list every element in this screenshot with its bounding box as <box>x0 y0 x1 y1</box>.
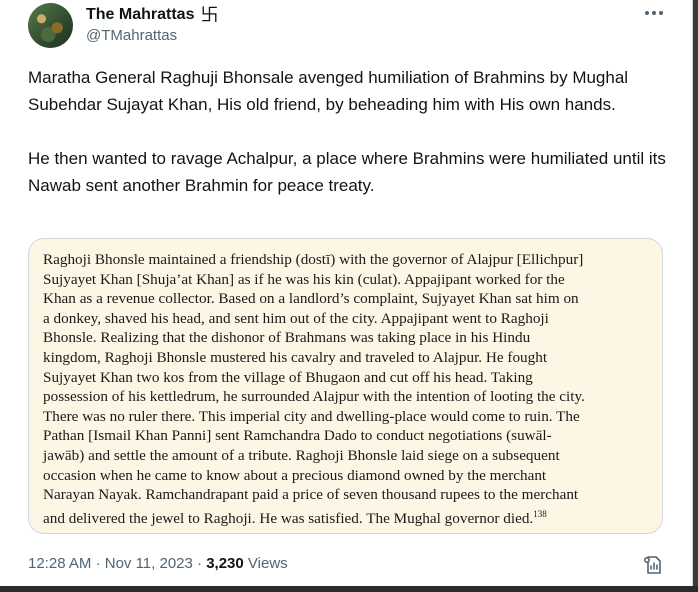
excerpt-line: jawāb) and settle the amount of a tribut… <box>43 446 560 464</box>
window-edge-bottom <box>0 586 698 592</box>
excerpt-line-text: and delivered the jewel to Raghoji. He w… <box>43 509 534 527</box>
meta-separator: · <box>197 555 203 572</box>
window-edge <box>693 0 698 592</box>
excerpt-line: Khan as a revenue collector. Based on a … <box>43 290 579 308</box>
more-horizontal-icon <box>644 11 665 15</box>
tweet-meta: 12:28 AM · Nov 11, 2023 · 3,230 Views <box>28 555 288 572</box>
view-analytics-icon[interactable] <box>642 554 664 576</box>
tweet-media-image[interactable]: Raghoji Bhonsle maintained a friendship … <box>28 238 663 534</box>
excerpt-line: Narayan Nayak. Ramchandrapant paid a pri… <box>43 486 579 504</box>
excerpt-line: Raghoji Bhonsle maintained a friendship … <box>43 251 584 268</box>
tweet-text: Maratha General Raghuji Bhonsale avenged… <box>28 64 668 199</box>
meta-separator: · <box>95 555 101 572</box>
tweet-paragraph: He then wanted to ravage Achalpur, a pla… <box>28 149 666 195</box>
author-name-row: The Mahrattas 卐 <box>86 6 218 24</box>
author-display-name[interactable]: The Mahrattas <box>86 6 194 24</box>
views-label: Views <box>247 555 288 572</box>
tweet-date[interactable]: Nov 11, 2023 <box>105 555 193 572</box>
excerpt-line: There was no ruler there. This imperial … <box>43 407 580 425</box>
excerpt-line: Pathan [Ismail Khan Panni] sent Ramchand… <box>43 427 552 445</box>
excerpt-line: possession of his kettledrum, he surroun… <box>43 388 585 406</box>
footnote-marker: 138 <box>533 508 547 519</box>
excerpt-line: kingdom, Raghoji Bhonsle mustered his ca… <box>43 348 548 366</box>
excerpt-line: Bhonsle. Realizing that the dishonor of … <box>43 329 531 347</box>
excerpt-line: and delivered the jewel to Raghoji. He w… <box>43 505 649 529</box>
excerpt-line: a donkey, shaved his head, and sent him … <box>43 309 549 327</box>
excerpt-line: occasion when he came to know about a pr… <box>43 466 547 484</box>
excerpt-line: Sujyayet Khan two kos from the village o… <box>43 368 533 386</box>
tweet-time[interactable]: 12:28 AM <box>28 555 91 572</box>
tweet-paragraph: Maratha General Raghuji Bhonsale avenged… <box>28 68 629 114</box>
more-options-button[interactable] <box>640 2 668 24</box>
author-handle[interactable]: @TMahrattas <box>86 27 177 44</box>
book-excerpt: Raghoji Bhonsle maintained a friendship … <box>43 250 649 528</box>
excerpt-line: Sujyayet Khan [Shuja’at Khan] as if he w… <box>43 270 565 288</box>
views-count: 3,230 <box>206 555 244 572</box>
author-name-badge: 卐 <box>200 5 219 25</box>
avatar[interactable] <box>28 3 73 48</box>
